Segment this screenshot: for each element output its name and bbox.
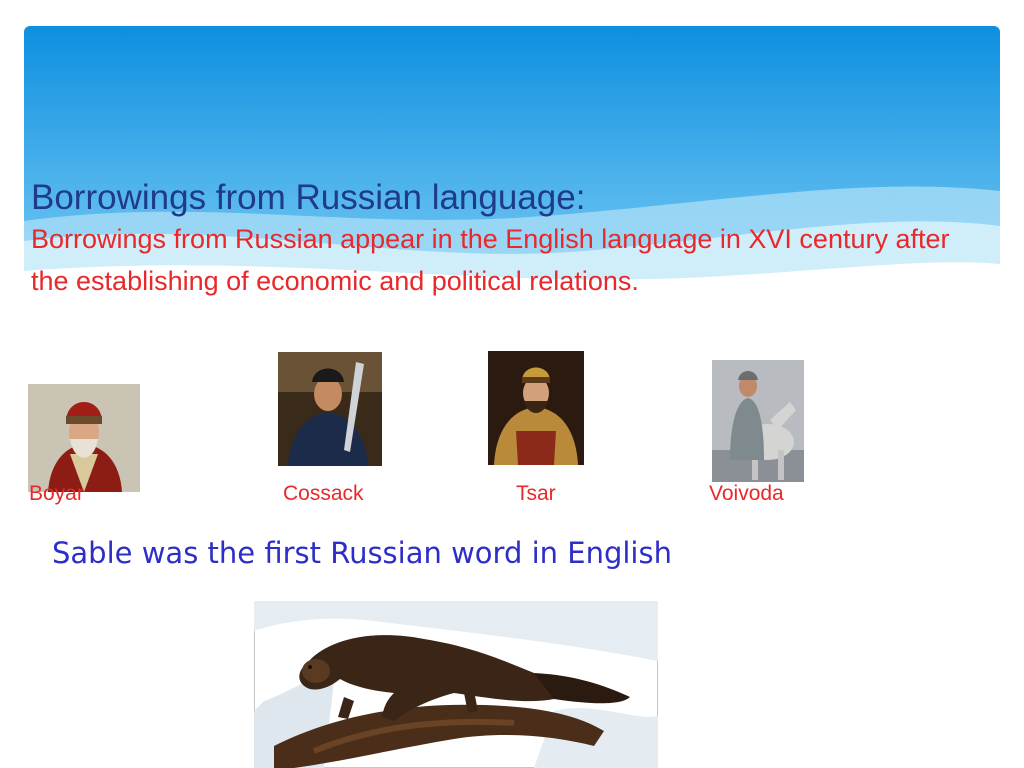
body-paragraph: Borrowings from Russian appear in the En… bbox=[31, 224, 950, 296]
subheading-sable: Sable was the first Russian word in Engl… bbox=[52, 536, 672, 570]
slide-title: Borrowings from Russian language: bbox=[31, 178, 586, 217]
caption-cossack: Cossack bbox=[283, 482, 364, 505]
voivoda-portrait bbox=[712, 360, 804, 482]
caption-boyar: Boyar bbox=[29, 482, 84, 505]
caption-tsar: Tsar bbox=[516, 482, 556, 505]
sable-photo bbox=[254, 601, 658, 768]
title-block: Borrowings from Russian language: Borrow… bbox=[31, 178, 991, 302]
tsar-portrait bbox=[488, 351, 584, 465]
caption-voivoda: Voivoda bbox=[709, 482, 784, 505]
cossack-portrait bbox=[278, 352, 382, 466]
boyar-portrait bbox=[28, 384, 140, 492]
